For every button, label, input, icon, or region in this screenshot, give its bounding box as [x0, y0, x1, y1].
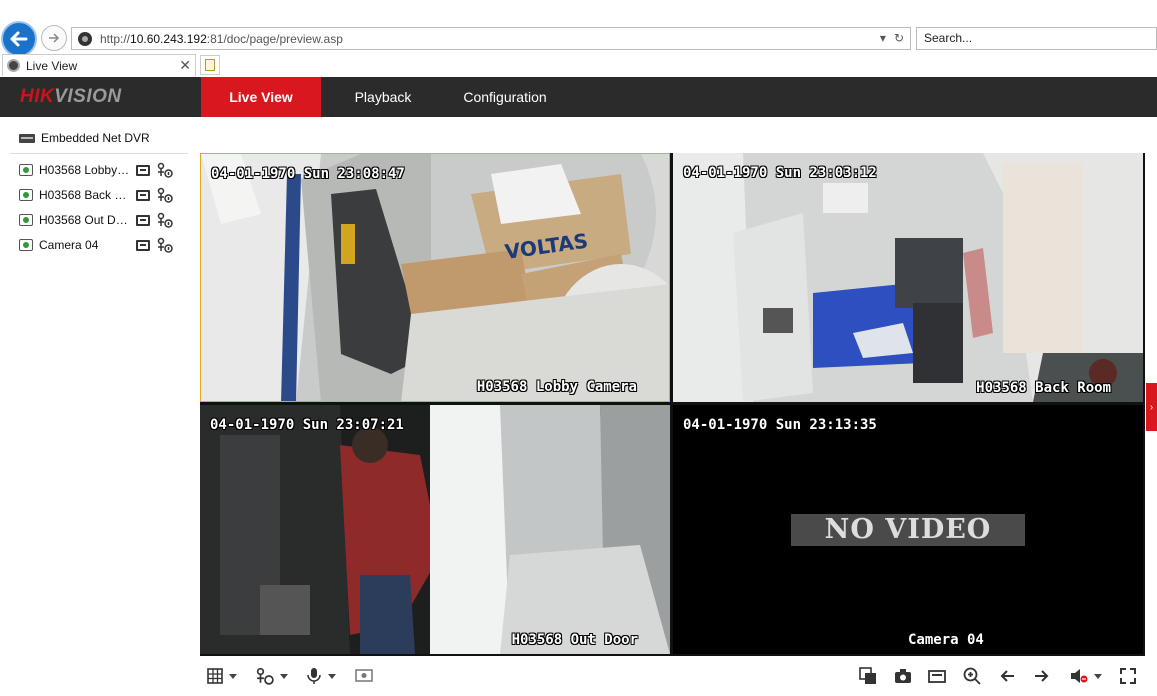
url-prefix: http:// [100, 31, 131, 46]
window-layout-button[interactable] [207, 666, 237, 686]
camera-icon [19, 164, 33, 176]
timestamp-overlay: 04-01-1970 Sun 23:13:35 [683, 417, 877, 433]
camera-icon [19, 239, 33, 251]
timestamp-overlay: 04-01-1970 Sun 23:08:47 [211, 166, 405, 182]
browser-tab-bar: Live View ✕ [0, 54, 1157, 77]
stop-all-button[interactable] [859, 666, 877, 686]
ptz-icon[interactable] [157, 187, 173, 203]
capture-button[interactable] [894, 666, 912, 686]
app-header: HIKVISION Live View Playback Configurati… [0, 77, 1157, 117]
arrow-left-icon [10, 31, 28, 47]
camera-label: H03568 Back Room [39, 188, 131, 202]
volume-button[interactable] [1070, 666, 1102, 686]
browser-address-bar: http://10.60.243.192:81/doc/page/preview… [0, 20, 1157, 57]
device-label: Embedded Net DVR [41, 131, 150, 145]
next-page-button[interactable] [1034, 666, 1050, 686]
new-tab-icon [205, 59, 215, 71]
divider [10, 153, 188, 154]
expand-panel-button[interactable]: › [1146, 383, 1157, 431]
url-path: :81/doc/page/preview.asp [206, 31, 343, 46]
record-icon[interactable] [136, 164, 150, 176]
no-video-label: NO VIDEO [791, 514, 1025, 546]
zoom-in-icon [963, 667, 981, 685]
refresh-icon[interactable]: ↻ [894, 31, 904, 45]
arrow-right-icon [49, 33, 60, 43]
camera-name-overlay: H03568 Back Room [976, 380, 1111, 396]
forward-button[interactable] [41, 25, 67, 51]
ptz-icon [256, 667, 274, 685]
chevron-down-icon [1094, 673, 1102, 679]
tab-live-view[interactable]: Live View ✕ [2, 54, 196, 76]
tab-playback[interactable]: Playback [335, 77, 431, 117]
camera-item-1[interactable]: H03568 Lobby Camera [19, 160, 191, 180]
camera-feed-lobby: VOLTAS [201, 154, 669, 401]
arrow-left-icon [1000, 670, 1014, 682]
camera-feed-out-door [200, 405, 670, 654]
digital-zoom-button[interactable] [963, 666, 981, 686]
camera-icon [895, 669, 911, 683]
device-sidebar: Embedded Net DVR H03568 Lobby Camera H03… [0, 117, 196, 696]
hikvision-logo: HIKVISION [20, 86, 122, 107]
url-input[interactable]: http://10.60.243.192:81/doc/page/preview… [71, 27, 911, 50]
fullscreen-icon [1120, 668, 1136, 684]
camera-label: H03568 Lobby Camera [39, 163, 131, 177]
video-tile-4[interactable]: 04-01-1970 Sun 23:13:35 NO VIDEO Camera … [673, 405, 1143, 654]
grid-layout-icon [207, 668, 223, 684]
video-grid: VOLTAS 04-01-1970 Sun 23:08:47 H03568 Lo… [200, 153, 1145, 656]
record-button[interactable] [928, 666, 946, 686]
fullscreen-button[interactable] [1120, 666, 1136, 686]
stop-all-icon [859, 667, 876, 684]
tab-title: Live View [26, 58, 78, 73]
previous-page-button[interactable] [999, 666, 1015, 686]
ptz-icon[interactable] [157, 162, 173, 178]
camera-feed-back-room [673, 153, 1143, 402]
url-host: 10.60.243.192 [130, 31, 207, 46]
camera-item-3[interactable]: H03568 Out Door [19, 210, 191, 230]
ptz-icon[interactable] [157, 212, 173, 228]
camera-label: Camera 04 [39, 238, 99, 252]
timestamp-overlay: 04-01-1970 Sun 23:03:12 [683, 165, 877, 181]
dvr-icon [19, 133, 35, 143]
tab-live-view-nav[interactable]: Live View [201, 77, 321, 117]
arrow-right-icon [1035, 670, 1049, 682]
timestamp-overlay: 04-01-1970 Sun 23:07:21 [210, 417, 404, 433]
record-icon[interactable] [136, 239, 150, 251]
chevron-down-icon [280, 673, 288, 679]
camera-icon [19, 189, 33, 201]
site-icon [7, 59, 20, 72]
record-icon [928, 670, 946, 683]
record-icon[interactable] [136, 214, 150, 226]
live-view-icon [355, 669, 373, 682]
ptz-icon[interactable] [157, 237, 173, 253]
camera-icon [19, 214, 33, 226]
new-tab-button[interactable] [200, 55, 220, 75]
camera-item-4[interactable]: Camera 04 [19, 235, 191, 255]
audio-talk-button[interactable] [306, 666, 336, 686]
start-all-live-button[interactable] [355, 666, 373, 686]
tab-configuration[interactable]: Configuration [449, 77, 561, 117]
camera-name-overlay: Camera 04 [908, 632, 984, 648]
close-icon[interactable]: ✕ [179, 57, 191, 74]
camera-name-overlay: H03568 Lobby Camera [476, 379, 637, 395]
video-tile-2[interactable]: 04-01-1970 Sun 23:03:12 H03568 Back Room [673, 153, 1143, 402]
record-icon[interactable] [136, 189, 150, 201]
camera-label: H03568 Out Door [39, 213, 131, 227]
ptz-control-button[interactable] [256, 666, 288, 686]
microphone-icon [307, 668, 321, 684]
device-item-dvr[interactable]: Embedded Net DVR [19, 131, 150, 145]
site-icon [78, 31, 92, 46]
chevron-down-icon [229, 673, 237, 679]
live-view-toolbar [200, 659, 1145, 693]
video-tile-1[interactable]: VOLTAS 04-01-1970 Sun 23:08:47 H03568 Lo… [200, 153, 670, 402]
camera-item-2[interactable]: H03568 Back Room [19, 185, 191, 205]
speaker-muted-icon [1071, 669, 1088, 683]
chevron-down-icon [328, 673, 336, 679]
camera-name-overlay: H03568 Out Door [511, 632, 638, 648]
back-button[interactable] [1, 21, 37, 57]
video-tile-3[interactable]: 04-01-1970 Sun 23:07:21 H03568 Out Door [200, 405, 670, 654]
search-input[interactable]: Search... [916, 27, 1157, 50]
dropdown-arrow-icon[interactable]: ▾ [880, 31, 886, 45]
